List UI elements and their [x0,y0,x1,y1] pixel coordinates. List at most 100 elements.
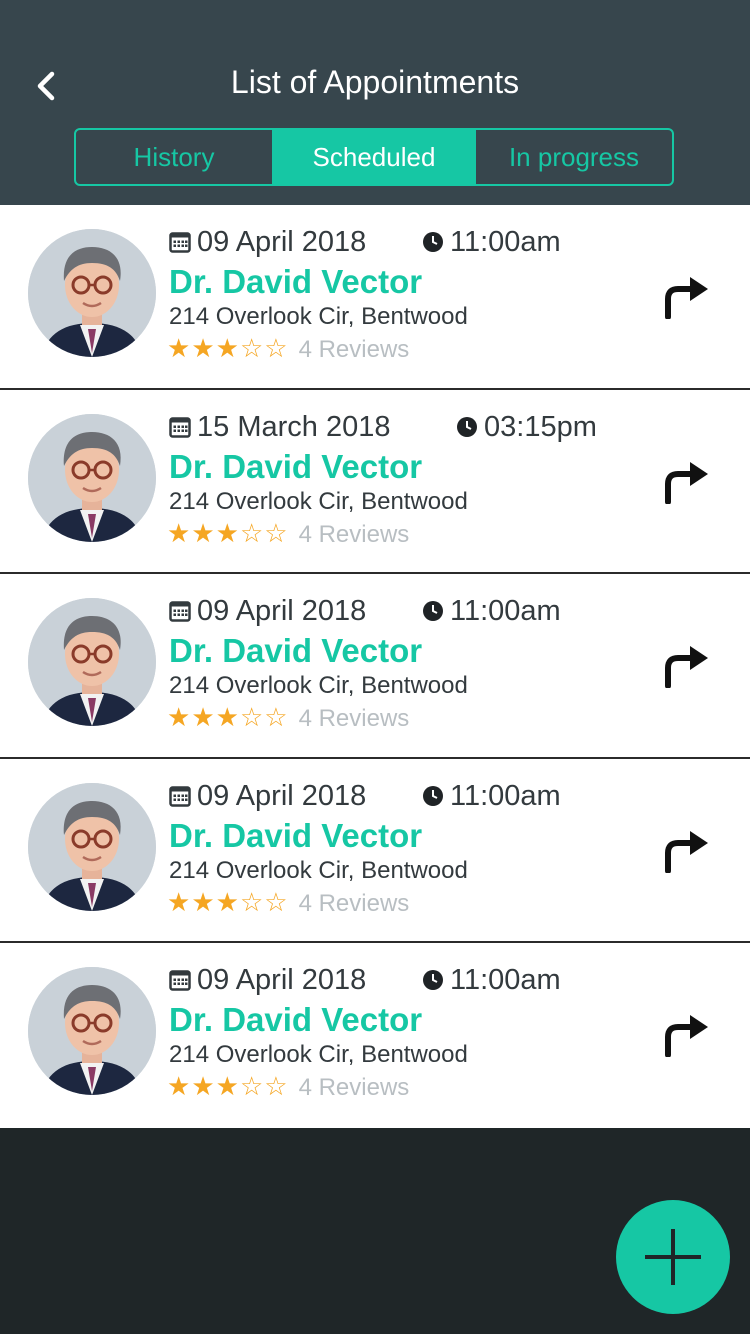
directions-button[interactable] [660,1011,710,1058]
star-filled-icon: ★ [167,333,191,363]
doctor-photo [28,413,156,542]
date-text: 09 April 2018 [197,779,367,812]
reviews-count[interactable]: 4 Reviews [299,1074,410,1101]
appointment-time: 11:00am [422,225,561,258]
doctor-address: 214 Overlook Cir, Bentwood [169,1041,468,1068]
appointment-row[interactable]: 09 April 2018 11:00am Dr. David Vector 2… [0,574,750,759]
appointment-row[interactable]: 09 April 2018 11:00am Dr. David Vector 2… [0,205,750,390]
doctor-name[interactable]: Dr. David Vector [169,448,422,486]
star-empty-icon: ☆ [264,333,288,363]
directions-button[interactable] [660,458,710,505]
doctor-address: 214 Overlook Cir, Bentwood [169,487,468,515]
star-filled-icon: ★ [191,1071,215,1101]
date-text: 09 April 2018 [197,225,367,258]
doctor-name[interactable]: Dr. David Vector [169,263,422,301]
clock-icon [423,601,443,622]
doctor-name[interactable]: Dr. David Vector [169,817,422,855]
star-filled-icon: ★ [167,886,191,917]
directions-button[interactable] [660,642,710,689]
star-filled-icon: ★ [215,702,239,732]
reviews-count[interactable]: 4 Reviews [299,705,410,732]
star-empty-icon: ☆ [264,517,288,548]
star-filled-icon: ★ [191,517,215,548]
star-empty-icon: ☆ [239,333,264,363]
tab-scheduled[interactable]: Scheduled [272,130,474,184]
appointment-time: 03:15pm [456,410,597,442]
star-filled-icon: ★ [191,702,215,732]
star-filled-icon: ★ [191,886,215,917]
rating: ★★★☆☆ 4 Reviews [167,518,409,549]
star-filled-icon: ★ [167,517,191,548]
clock-icon [423,785,443,806]
clock-icon [457,416,477,437]
doctor-photo [28,229,156,357]
time-text: 11:00am [450,963,561,996]
appointment-row[interactable]: 15 March 2018 03:15pm Dr. David Vector 2… [0,389,750,574]
appointment-date: 15 March 2018 [169,410,390,442]
tab-in-progress[interactable]: In progress [474,130,672,184]
star-filled-icon: ★ [215,517,239,548]
doctor-photo [28,782,156,911]
doctor-photo [28,967,156,1095]
time-text: 03:15pm [484,410,597,443]
rating: ★★★☆☆ 4 Reviews [167,333,409,364]
time-text: 11:00am [450,594,561,627]
doctor-address: 214 Overlook Cir, Bentwood [169,856,468,884]
star-filled-icon: ★ [215,886,239,917]
date-text: 09 April 2018 [197,594,367,627]
appointment-row[interactable]: 09 April 2018 11:00am Dr. David Vector 2… [0,943,750,1128]
star-empty-icon: ☆ [264,1071,288,1101]
star-empty-icon: ☆ [264,702,288,732]
turn-right-arrow-icon [665,1015,708,1058]
tab-history[interactable]: History [76,130,272,184]
page-title: List of Appointments [230,64,520,100]
directions-button[interactable] [660,273,710,320]
date-text: 09 April 2018 [197,963,367,996]
star-empty-icon: ☆ [239,886,264,917]
doctor-photo [28,598,156,726]
doctor-name[interactable]: Dr. David Vector [169,632,422,670]
doctor-address: 214 Overlook Cir, Bentwood [169,672,468,699]
star-filled-icon: ★ [215,333,239,363]
reviews-count[interactable]: 4 Reviews [299,890,410,917]
turn-right-arrow-icon [665,277,708,320]
appointment-status-tabs: History Scheduled In progress [74,128,674,186]
time-text: 11:00am [450,779,561,812]
appointment-time: 11:00am [422,963,561,996]
star-empty-icon: ☆ [239,702,264,732]
rating: ★★★☆☆ 4 Reviews [167,702,409,733]
star-filled-icon: ★ [215,1071,239,1101]
add-appointment-button[interactable] [616,1200,730,1314]
appointment-row[interactable]: 09 April 2018 11:00am Dr. David Vector 2… [0,758,750,943]
avatar [28,598,156,726]
appointment-time: 11:00am [422,779,561,811]
directions-button[interactable] [660,827,710,874]
turn-right-arrow-icon [665,646,708,689]
doctor-name[interactable]: Dr. David Vector [169,1001,422,1039]
calendar-icon [169,232,191,254]
appointment-date: 09 April 2018 [169,779,366,811]
appointment-list: 09 April 2018 11:00am Dr. David Vector 2… [0,205,750,1128]
star-filled-icon: ★ [167,1071,191,1101]
rating: ★★★☆☆ 4 Reviews [167,1071,409,1102]
avatar [28,413,156,542]
turn-right-arrow-icon [665,461,708,505]
appointment-date: 09 April 2018 [169,594,367,627]
calendar-icon [169,601,191,623]
star-filled-icon: ★ [191,333,215,363]
app-header: List of Appointments History Scheduled I… [0,0,750,205]
doctor-address: 214 Overlook Cir, Bentwood [169,303,468,330]
avatar [28,229,156,357]
rating: ★★★☆☆ 4 Reviews [167,887,409,918]
appointment-time: 11:00am [422,594,561,627]
appointment-date: 09 April 2018 [169,963,367,996]
star-empty-icon: ☆ [239,517,264,548]
star-empty-icon: ☆ [264,886,288,917]
calendar-icon [169,786,191,807]
reviews-count[interactable]: 4 Reviews [299,521,410,548]
plus-icon [645,1229,701,1285]
appointment-date: 09 April 2018 [169,225,367,258]
reviews-count[interactable]: 4 Reviews [299,336,410,363]
clock-icon [423,970,443,991]
time-text: 11:00am [450,225,561,258]
